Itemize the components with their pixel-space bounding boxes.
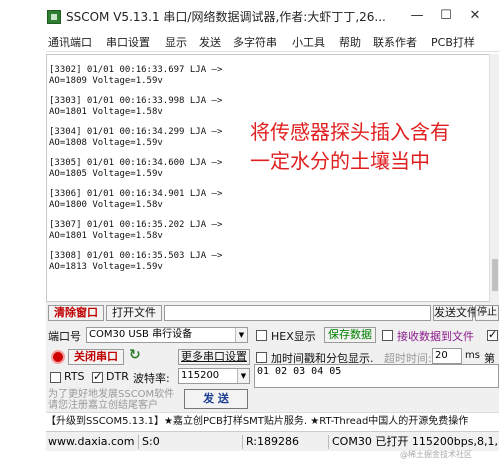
window-title: SSCOM V5.13.1 串口/网络数据调试器,作者:大虾丁丁,26... — [66, 10, 386, 24]
port-status-icon — [51, 350, 65, 364]
log-entry: [3307] 01/01 00:16:35.202 LJA —> AO=1801 … — [49, 220, 223, 241]
menu-pcb[interactable]: PCB打样 — [431, 34, 475, 50]
ms-label: ms — [465, 350, 480, 361]
menu-send[interactable]: 发送 — [199, 34, 221, 50]
menu-help[interactable]: 帮助 — [339, 34, 361, 50]
rts-label: RTS — [64, 370, 85, 383]
log-entry: [3302] 01/01 00:16:33.697 LJA —> AO=1809 … — [49, 65, 223, 86]
website-link[interactable]: www.daxia.com — [48, 432, 135, 452]
log-entry: [3305] 01/01 00:16:34.600 LJA —> AO=1805 … — [49, 158, 223, 179]
promo-bar[interactable]: 【升级到SSCOM5.13.1】★嘉立创PCB打样SMT贴片服务. ★RT-Th… — [46, 412, 499, 430]
chevron-down-icon: ▼ — [235, 328, 247, 342]
file-path-field[interactable] — [164, 305, 431, 321]
recv-to-file-checkbox[interactable] — [382, 330, 393, 341]
more-port-settings-button[interactable]: 更多串口设置 — [178, 349, 250, 365]
dtr-label: DTR — [106, 370, 129, 383]
watermark: @稀土掘金技术社区 — [400, 450, 472, 459]
stop-button[interactable]: 停止 — [475, 305, 499, 321]
annotation-text: 将传感器探头插入含有一定水分的土壤当中 — [250, 120, 450, 173]
log-entry: [3308] 01/01 00:16:35.503 LJA —> AO=1813 … — [49, 251, 223, 272]
send-button[interactable]: 发 送 — [184, 389, 248, 409]
hex-display-label: HEX显示 — [271, 330, 316, 343]
app-icon — [47, 10, 61, 24]
control-panel: 清除窗口 打开文件 发送文件 停止 端口号 COM30 USB 串行设备 ▼ H… — [46, 302, 499, 412]
chevron-down-icon: ▼ — [237, 369, 249, 383]
menu-tools[interactable]: 小工具 — [292, 34, 325, 50]
dtr-checkbox[interactable] — [92, 370, 103, 383]
promo-text: 为了更好地发展SSCOM软件 请您注册嘉立创结尾客户 — [48, 389, 175, 411]
menu-comm-port[interactable]: 通讯端口 — [48, 34, 92, 50]
timeout-input[interactable]: 20 — [432, 348, 462, 364]
received-count: R:189286 — [246, 435, 300, 448]
minimize-button[interactable]: — — [405, 6, 429, 26]
log-entry: [3304] 01/01 00:16:34.299 LJA —> AO=1808 … — [49, 127, 223, 148]
menu-serial-settings[interactable]: 串口设置 — [106, 34, 150, 50]
receive-area[interactable]: [3302] 01/01 00:16:33.697 LJA —> AO=1809 … — [46, 54, 490, 302]
baud-select[interactable]: 115200 ▼ — [178, 368, 250, 384]
menu-display[interactable]: 显示 — [165, 34, 187, 50]
save-data-button[interactable]: 保存数据 — [324, 327, 376, 343]
status-bar: www.daxia.com S:0 R:189286 COM30 已打开 115… — [46, 431, 499, 451]
close-port-button[interactable]: 关闭串口 — [68, 349, 124, 365]
menu-bar: 通讯端口 串口设置 显示 发送 多字符串 小工具 帮助 联系作者 PCB打样 — [46, 32, 499, 52]
vertical-scrollbar[interactable] — [489, 54, 499, 302]
port-label: 端口号 — [48, 330, 81, 343]
rts-checkbox[interactable] — [50, 372, 61, 383]
open-file-button[interactable]: 打开文件 — [106, 305, 162, 321]
recv-to-file-label[interactable]: 接收数据到文件 — [397, 328, 474, 344]
menu-contact-author[interactable]: 联系作者 — [373, 34, 417, 50]
send-text-area[interactable]: 01 02 03 04 05 — [254, 364, 499, 388]
maximize-button[interactable]: ☐ — [434, 6, 458, 26]
clear-window-button[interactable]: 清除窗口 — [48, 305, 104, 321]
timestamp-checkbox[interactable] — [256, 352, 267, 363]
close-button[interactable]: ✕ — [463, 6, 487, 26]
log-entry: [3303] 01/01 00:16:33.998 LJA —> AO=1801 … — [49, 96, 223, 117]
log-entry: [3306] 01/01 00:16:34.901 LJA —> AO=1800 … — [49, 189, 223, 210]
hex-display-checkbox[interactable] — [256, 330, 267, 341]
baud-label: 波特率: — [133, 372, 170, 385]
scrollbar-thumb[interactable] — [492, 259, 498, 291]
port-select[interactable]: COM30 USB 串行设备 ▼ — [86, 327, 248, 343]
hex-send-checkbox[interactable] — [487, 328, 498, 341]
menu-multi-string[interactable]: 多字符串 — [233, 34, 277, 50]
refresh-icon[interactable]: ↻ — [129, 347, 141, 363]
send-file-button[interactable]: 发送文件 — [433, 305, 478, 321]
title-bar: SSCOM V5.13.1 串口/网络数据调试器,作者:大虾丁丁,26... —… — [0, 0, 499, 32]
sent-count: S:0 — [142, 435, 160, 448]
